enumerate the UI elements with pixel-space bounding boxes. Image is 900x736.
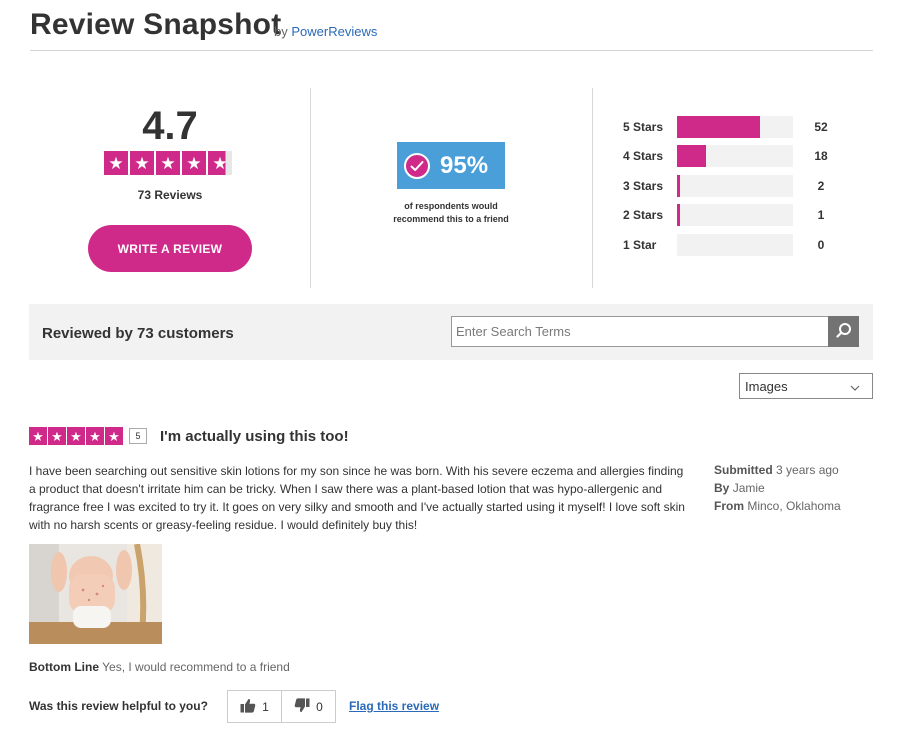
review-count: 73 Reviews — [137, 188, 203, 202]
star-icon: ★ — [182, 151, 206, 175]
star-icon: ★ — [104, 151, 128, 175]
search-icon — [835, 322, 852, 341]
helpful-question: Was this review helpful to you? — [29, 699, 208, 713]
star-icon: ★ — [48, 427, 66, 445]
thumbs-up-icon — [240, 698, 256, 716]
review-location: From Minco, Oklahoma — [714, 499, 841, 513]
recommend-badge: 95% — [397, 142, 505, 189]
column-divider — [310, 88, 311, 288]
review-submitted: Submitted 3 years ago — [714, 463, 839, 477]
search-input[interactable] — [451, 316, 829, 347]
histogram-bar — [677, 175, 793, 197]
helpful-yes-count: 1 — [262, 699, 269, 714]
star-icon: ★ — [156, 151, 180, 175]
search-button[interactable] — [828, 316, 859, 347]
chevron-down-icon — [850, 379, 860, 394]
histogram-fill — [677, 145, 706, 167]
histogram-bar — [677, 145, 793, 167]
histogram-count: 1 — [817, 208, 825, 222]
sort-select-value: Images — [745, 378, 788, 394]
star-icon: ★ — [67, 427, 85, 445]
by-prefix: by — [274, 24, 288, 39]
review-author: By Jamie — [714, 481, 765, 495]
helpful-yes-button[interactable]: 1 — [228, 691, 281, 722]
submitted-value: 3 years ago — [776, 463, 839, 477]
bottom-line-value: Yes, I would recommend to a friend — [102, 660, 290, 674]
star-icon: ★ — [105, 427, 123, 445]
histogram-label: 2 Stars — [623, 208, 664, 222]
histogram-label: 3 Stars — [623, 179, 664, 193]
histogram-label: 1 Star — [623, 238, 657, 252]
review-stars: ★ ★ ★ ★ ★ — [29, 427, 123, 445]
histogram-label: 4 Stars — [623, 149, 664, 163]
header-divider — [30, 50, 873, 51]
review-rating: 5 — [129, 428, 147, 444]
star-icon: ★ — [29, 427, 47, 445]
star-icon: ★ — [86, 427, 104, 445]
average-stars: ★ ★ ★ ★ ★ — [104, 151, 232, 175]
histogram-row[interactable]: 2 Stars 1 — [623, 204, 836, 226]
recommend-percent: 95% — [440, 151, 489, 179]
thumbs-down-icon — [294, 697, 310, 716]
histogram-fill — [677, 204, 680, 226]
histogram-count: 52 — [814, 120, 828, 134]
helpful-no-button[interactable]: 0 — [281, 691, 335, 722]
page-title: Review Snapshot — [30, 8, 282, 41]
reviewed-by-heading: Reviewed by 73 customers — [42, 325, 234, 342]
review-photo[interactable] — [29, 544, 162, 644]
helpful-votes: 1 0 — [227, 690, 336, 723]
histogram-row[interactable]: 1 Star 0 — [623, 234, 836, 256]
histogram-count: 18 — [814, 149, 828, 163]
check-circle-icon — [404, 152, 430, 179]
histogram-row[interactable]: 3 Stars 2 — [623, 175, 836, 197]
by-label: By — [714, 481, 730, 495]
write-review-button[interactable]: WRITE A REVIEW — [88, 225, 252, 272]
author-name: Jamie — [732, 481, 765, 495]
bottom-line-label: Bottom Line — [29, 660, 99, 674]
powerreviews-link[interactable]: PowerReviews — [291, 24, 377, 39]
histogram-bar — [677, 234, 793, 256]
flag-review-link[interactable]: Flag this review — [349, 699, 439, 713]
histogram-label: 5 Stars — [623, 120, 664, 134]
submitted-label: Submitted — [714, 463, 773, 477]
histogram-bar — [677, 116, 793, 138]
histogram-row[interactable]: 4 Stars 18 — [623, 145, 836, 167]
histogram-count: 2 — [817, 179, 825, 193]
average-rating: 4.7 — [142, 104, 198, 148]
histogram-row[interactable]: 5 Stars 52 — [623, 116, 836, 138]
from-label: From — [714, 499, 744, 513]
by-line: by PowerReviews — [274, 24, 377, 39]
histogram-fill — [677, 175, 681, 197]
helpful-no-count: 0 — [316, 699, 323, 714]
histogram-fill — [677, 116, 760, 138]
review-headline: I'm actually using this too! — [160, 428, 349, 445]
location-value: Minco, Oklahoma — [747, 499, 841, 513]
sort-select[interactable]: Images — [739, 373, 873, 399]
column-divider — [592, 88, 593, 288]
histogram-bar — [677, 204, 793, 226]
bottom-line: Bottom Line Yes, I would recommend to a … — [29, 660, 290, 674]
recommend-text: of respondents would recommend this to a… — [393, 201, 509, 224]
review-body: I have been searching out sensitive skin… — [29, 464, 685, 532]
star-icon: ★ — [208, 151, 232, 175]
histogram-count: 0 — [817, 238, 825, 252]
star-icon: ★ — [130, 151, 154, 175]
